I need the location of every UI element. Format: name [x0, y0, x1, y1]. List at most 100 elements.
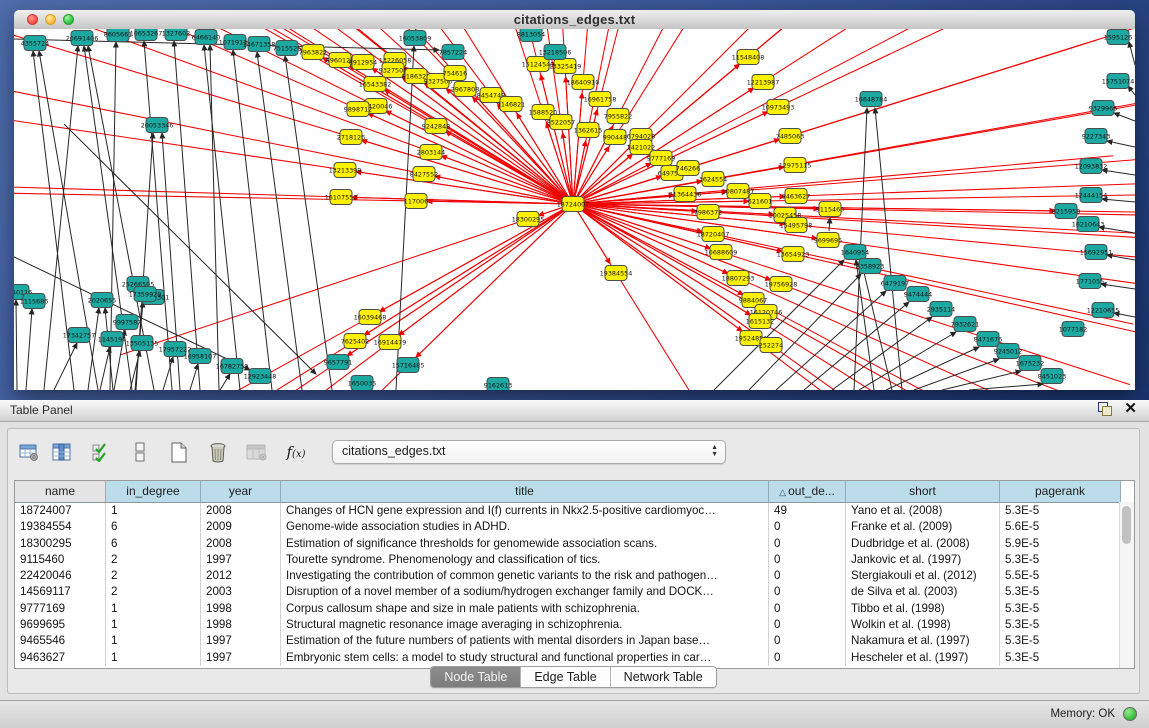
- tab-edge-table[interactable]: Edge Table: [521, 667, 610, 687]
- column-header-title[interactable]: title: [281, 481, 769, 502]
- tab-network-table[interactable]: Network Table: [611, 667, 716, 687]
- cell-out_de: 0: [769, 536, 846, 552]
- delete-table-icon[interactable]: [205, 438, 231, 466]
- table-row[interactable]: 911546021997Tourette syndrome. Phenomeno…: [15, 552, 1134, 568]
- graph-node-label: 20053346: [141, 121, 174, 129]
- graph-node-label: 21364436: [669, 190, 702, 198]
- graph-node-label: 8215958: [1052, 207, 1080, 215]
- graph-node-label: 7515526: [273, 44, 301, 52]
- cell-in_degree: 1: [106, 650, 201, 666]
- cell-short: Tibbo et al. (1998): [846, 601, 1000, 617]
- cell-pagerank: 5.3E-5: [1000, 617, 1121, 633]
- column-header-year[interactable]: year: [201, 481, 281, 502]
- cell-year: 2009: [201, 519, 281, 535]
- network-view-canvas[interactable]: 1872400779638228960128891295413226058932…: [14, 29, 1135, 390]
- cell-out_de: 0: [769, 650, 846, 666]
- table-vertical-scrollbar[interactable]: [1119, 502, 1134, 668]
- graph-node-label: 7986372: [694, 208, 722, 216]
- column-header-short[interactable]: short: [846, 481, 1000, 502]
- table-row[interactable]: 946362711997Embryonic stem cells: a mode…: [15, 650, 1134, 666]
- graph-node-label: 9777169: [647, 154, 675, 162]
- graph-node-label: 1640954: [841, 248, 869, 256]
- table-row[interactable]: 2242004622012Investigating the contribut…: [15, 568, 1134, 584]
- cell-year: 2003: [201, 584, 281, 600]
- graph-node-label: 9884067: [739, 296, 767, 304]
- graph-node-label: 12923448: [244, 372, 277, 380]
- cell-name: 9463627: [15, 650, 106, 666]
- cell-short: Hescheler et al. (1997): [846, 650, 1000, 666]
- graph-node-label: 7932621: [951, 320, 979, 328]
- column-header-name[interactable]: name: [15, 481, 106, 502]
- cell-short: Wolkin et al. (1998): [846, 617, 1000, 633]
- table-row[interactable]: 977716911998Corpus callosum shape and si…: [15, 601, 1134, 617]
- cell-pagerank: 5.3E-5: [1000, 552, 1121, 568]
- tab-node-table[interactable]: Node Table: [431, 667, 521, 687]
- scrollbar-thumb[interactable]: [1122, 506, 1131, 544]
- window-title: citations_edges.txt: [14, 12, 1135, 27]
- column-header-in_degree[interactable]: in_degree: [106, 481, 201, 502]
- graph-window: citations_edges.txt 18724007796382289601…: [14, 10, 1135, 390]
- graph-node-label: 1115686: [20, 297, 48, 305]
- graph-node-label: 13213399: [329, 166, 362, 174]
- memory-status-indicator[interactable]: [1123, 707, 1137, 721]
- table-row[interactable]: 1872400712008Changes of HCN gene express…: [15, 503, 1134, 519]
- graph-node-label: 6466140: [192, 33, 220, 41]
- show-column-icon[interactable]: [49, 438, 75, 466]
- graph-node-label: 754616: [443, 69, 467, 77]
- function-builder-icon[interactable]: f(x): [283, 438, 309, 466]
- cell-year: 1997: [201, 633, 281, 649]
- cell-pagerank: 5.3E-5: [1000, 633, 1121, 649]
- cell-in_degree: 2: [106, 552, 201, 568]
- graph-node-label: 15692951: [1080, 248, 1113, 256]
- graph-node-label: 10973493: [762, 103, 795, 111]
- table-settings-icon[interactable]: [16, 438, 42, 466]
- table-select-value: citations_edges.txt: [342, 444, 446, 458]
- column-header-out_de[interactable]: △out_de...: [769, 481, 846, 502]
- table-row[interactable]: 1456911722003Disruption of a novel membe…: [15, 584, 1134, 600]
- graph-node-label: 1650035: [348, 379, 376, 387]
- cell-year: 2012: [201, 568, 281, 584]
- graph-node-label: 1077182: [1059, 325, 1087, 333]
- table-panel-body: f(x) citations_edges.txt ▲▼ namein_degre…: [7, 428, 1140, 694]
- select-rows-icon[interactable]: [88, 438, 114, 466]
- graph-node-label: 7963822: [299, 48, 327, 56]
- graph-node-label: 1595126: [1104, 33, 1132, 41]
- cell-pagerank: 5.6E-5: [1000, 519, 1121, 535]
- table-row[interactable]: 946554611997Estimation of the future num…: [15, 633, 1134, 649]
- graph-node-label: 15124549: [522, 60, 555, 68]
- graph-node-label: 1421022: [627, 143, 655, 151]
- table-row[interactable]: 969969511998Structural magnetic resonanc…: [15, 617, 1134, 633]
- column-header-pagerank[interactable]: pagerank: [1000, 481, 1121, 502]
- table-row[interactable]: 1938455462009Genome-wide association stu…: [15, 519, 1134, 535]
- float-panel-icon[interactable]: [1098, 402, 1112, 416]
- cell-title: Investigating the contribution of common…: [281, 568, 769, 584]
- graph-node-label: 8912954: [349, 58, 377, 66]
- graph-node-label: 16039468: [354, 313, 387, 321]
- cell-name: 14569117: [15, 584, 106, 600]
- table-row[interactable]: 1830029562008Estimation of significance …: [15, 536, 1134, 552]
- graph-node-label: 9997587: [113, 318, 141, 326]
- graph-node-label: 1675232: [1016, 359, 1044, 367]
- graph-node-label: 4355724: [21, 39, 49, 47]
- table-select-dropdown[interactable]: citations_edges.txt ▲▼: [332, 440, 726, 464]
- cell-in_degree: 1: [106, 503, 201, 519]
- graph-node-label: 13218506: [539, 48, 572, 56]
- graph-node-label: 17342757: [63, 331, 96, 339]
- new-table-icon[interactable]: [166, 438, 192, 466]
- status-bar: Memory: OK: [0, 700, 1149, 728]
- cell-year: 1998: [201, 617, 281, 633]
- graph-node-label: 16958107: [184, 352, 217, 360]
- close-panel-icon[interactable]: ✕: [1124, 402, 1137, 416]
- merge-rows-icon[interactable]: [127, 438, 153, 466]
- graph-node-label: 18300295: [512, 215, 545, 223]
- graph-node-label: 16107552: [325, 193, 358, 201]
- graph-node-label: 10807487: [722, 187, 755, 195]
- graph-node-label: 3624554: [699, 175, 727, 183]
- graph-node-label: 12444154: [1075, 191, 1108, 199]
- graph-node-label: 1362615: [574, 126, 602, 134]
- graph-node-label: 16210643: [1072, 220, 1105, 228]
- cell-out_de: 0: [769, 617, 846, 633]
- window-titlebar[interactable]: citations_edges.txt: [14, 10, 1135, 30]
- cell-short: Yano et al. (2008): [846, 503, 1000, 519]
- graph-node-label: 8471676: [974, 335, 1002, 343]
